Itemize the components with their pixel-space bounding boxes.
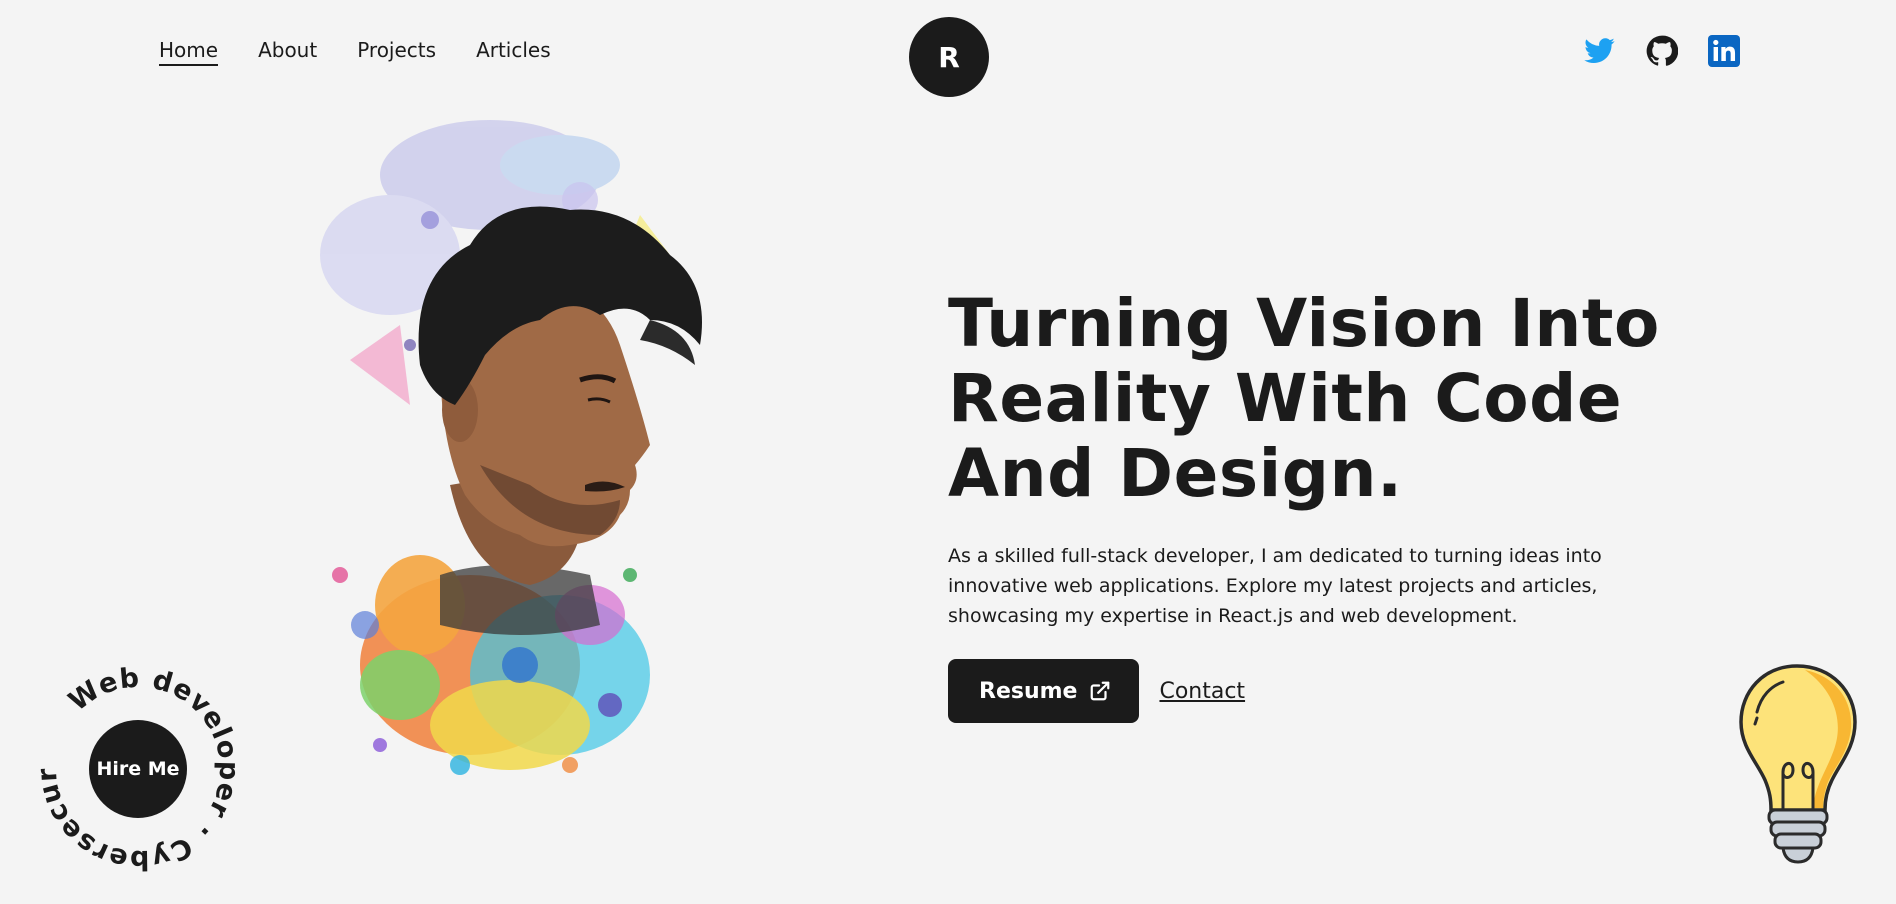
profile-portrait-image (320, 120, 702, 775)
twitter-icon[interactable] (1584, 35, 1616, 67)
hire-me-label: Hire Me (96, 758, 180, 780)
main-nav: Home About Projects Articles (159, 38, 551, 66)
hire-me-button[interactable]: Hire Me (89, 720, 187, 818)
headline-line: And Design. (948, 435, 1403, 512)
intro-line: innovative web applications. Explore my … (948, 575, 1598, 597)
intro-line: showcasing my expertise in React.js and … (948, 605, 1518, 627)
external-link-icon (1091, 681, 1110, 701)
page: Home About Projects Articles R Turning V… (0, 0, 1896, 904)
resume-button-label: Resume (979, 678, 1078, 704)
nav-home-link[interactable]: Home (159, 38, 219, 66)
hero-actions: Resume Contact (948, 659, 1748, 723)
linkedin-icon[interactable] (1708, 35, 1740, 67)
headline-line: Reality With Code (948, 360, 1623, 437)
hire-me-badge: Web developer · Cybersecurity · Hire Me (24, 640, 244, 875)
github-icon[interactable] (1646, 35, 1678, 67)
logo-initial: R (938, 40, 960, 74)
headline-line: Turning Vision Into (948, 285, 1660, 362)
intro-line: As a skilled full-stack developer, I am … (948, 545, 1602, 567)
nav-about-link[interactable]: About (258, 38, 317, 66)
hero-headline: Turning Vision Into Reality With Code An… (948, 286, 1748, 511)
lightbulb-icon (1739, 664, 1857, 864)
hero-section: Turning Vision Into Reality With Code An… (948, 286, 1748, 723)
contact-link[interactable]: Contact (1159, 679, 1245, 704)
social-links (1584, 35, 1740, 67)
hero-intro: As a skilled full-stack developer, I am … (948, 541, 1688, 631)
resume-button[interactable]: Resume (948, 659, 1140, 723)
logo[interactable]: R (909, 17, 989, 97)
nav-articles-link[interactable]: Articles (476, 38, 551, 66)
nav-projects-link[interactable]: Projects (357, 38, 436, 66)
